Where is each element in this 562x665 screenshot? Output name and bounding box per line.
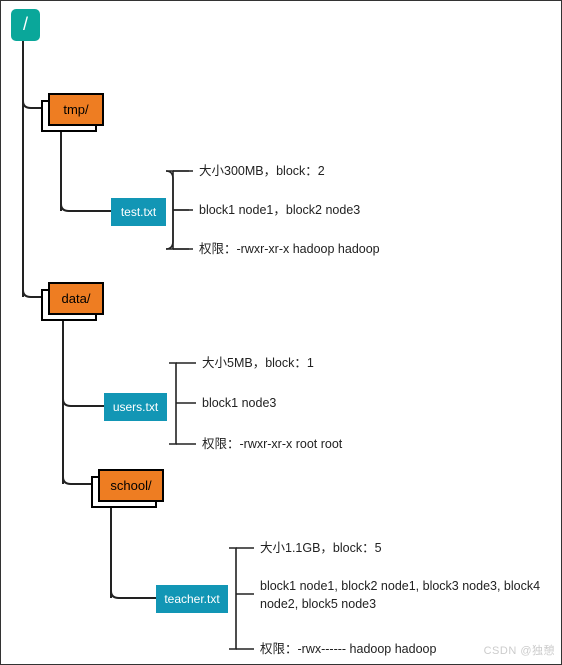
test-blocks: block1 node1，block2 node3 xyxy=(199,202,360,220)
teacher-blocks: block1 node1, block2 node1, block3 node3… xyxy=(260,578,550,613)
users-blocks: block1 node3 xyxy=(202,395,276,413)
folder-school: school/ xyxy=(98,469,164,501)
file-teacher: teacher.txt xyxy=(156,585,228,613)
folder-school-label: school/ xyxy=(98,469,164,502)
folder-data-label: data/ xyxy=(48,282,104,315)
test-size: 大小300MB，block：2 xyxy=(199,163,325,181)
teacher-perm: 权限：-rwx------ hadoop hadoop xyxy=(260,641,436,659)
folder-data: data/ xyxy=(48,282,104,314)
teacher-size: 大小1.1GB，block：5 xyxy=(260,540,382,558)
file-test: test.txt xyxy=(111,198,166,226)
diagram-canvas: / tmp/ test.txt 大小300MB，block：2 block1 n… xyxy=(0,0,562,665)
folder-tmp: tmp/ xyxy=(48,93,104,125)
folder-tmp-label: tmp/ xyxy=(48,93,104,126)
users-perm: 权限：-rwxr-xr-x root root xyxy=(202,436,342,454)
users-size: 大小5MB，block：1 xyxy=(202,355,314,373)
test-perm: 权限：-rwxr-xr-x hadoop hadoop xyxy=(199,241,380,259)
root-node: / xyxy=(11,9,40,41)
file-users: users.txt xyxy=(104,393,167,421)
watermark: CSDN @独憩 xyxy=(484,642,555,658)
